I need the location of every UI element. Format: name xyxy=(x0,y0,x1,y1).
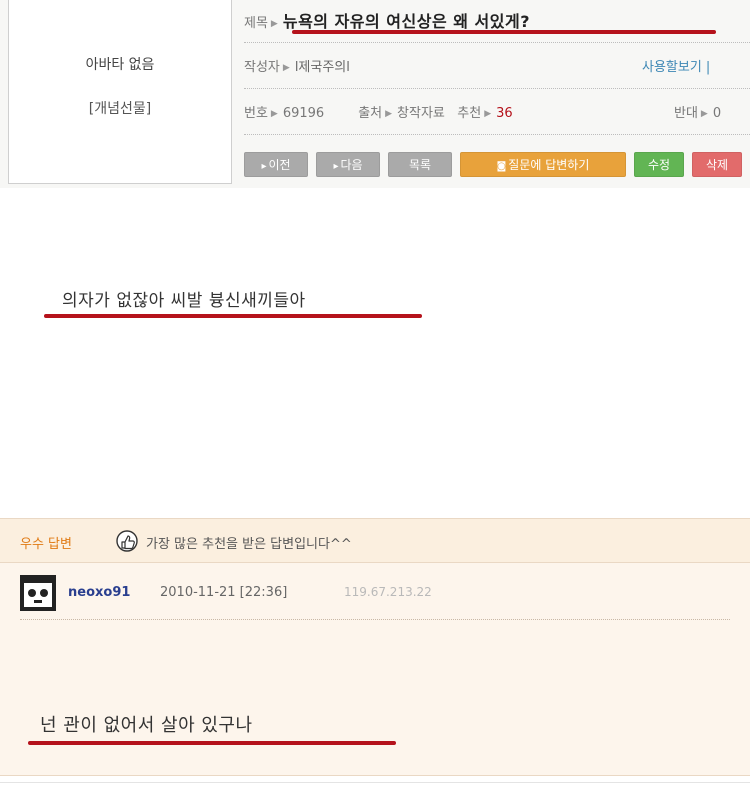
prev-button[interactable]: ▸ 이전 xyxy=(244,152,308,177)
oppose-row: 반대 ▶ 0 xyxy=(674,102,721,121)
best-answer-label-text: 우수 답변 xyxy=(20,537,72,552)
chevron-right-icon: ▶ xyxy=(282,63,290,73)
delete-button-label: 삭제 xyxy=(705,158,729,172)
edit-button-label: 수정 xyxy=(647,158,671,172)
chevron-left-icon: ▸ xyxy=(261,161,267,172)
answer-question-button[interactable]: ◙ 질문에 답변하기 xyxy=(460,152,626,177)
best-answer-header: 우수 답변 가장 많은 추천을 받은 답변입니다^^ xyxy=(0,519,750,563)
recommend-count: 36 xyxy=(496,106,513,121)
best-answer-label: 우수 답변 xyxy=(20,533,72,552)
chevron-right-icon: ▶ xyxy=(484,109,492,119)
chevron-right-icon: ▸ xyxy=(333,161,339,172)
question-icon: ◙ xyxy=(496,161,507,172)
oppose-count: 0 xyxy=(712,106,722,121)
title-underline-annotation xyxy=(292,30,716,34)
post-header: 아바타 없음 [개념선물] 제목 ▶ 뉴욕의 자유의 여신상은 왜 서있게? 작성자… xyxy=(0,0,750,188)
chevron-right-icon: ▶ xyxy=(270,109,278,119)
answer-username[interactable]: neoxo91 xyxy=(68,585,130,600)
chevron-right-icon: ▶ xyxy=(700,109,708,119)
best-answer-message: 가장 많은 추천을 받은 답변입니다^^ xyxy=(146,537,352,552)
post-title: 뉴욕의 자유의 여신상은 왜 서있게? xyxy=(282,12,530,31)
view-contacts-link[interactable]: 사용할보기 | xyxy=(642,56,710,75)
recommend-label: 추천 xyxy=(457,106,482,121)
avatar-placeholder-text: 아바타 없음 xyxy=(85,57,155,73)
divider xyxy=(20,619,730,620)
user-avatar-icon[interactable] xyxy=(20,575,56,611)
divider xyxy=(244,88,750,89)
post-number: 69196 xyxy=(282,106,325,121)
chevron-right-icon: ▶ xyxy=(385,109,393,119)
delete-button[interactable]: 삭제 xyxy=(692,152,742,177)
oppose-label: 반대 xyxy=(674,106,698,121)
answer-ip: 119.67.213.22 xyxy=(344,585,432,599)
post-body-text: 의자가 없잖아 씨발 븅신새끼들아 xyxy=(62,291,306,311)
list-button[interactable]: 목록 xyxy=(388,152,452,177)
title-row: 제목 ▶ 뉴욕의 자유의 여신상은 왜 서있게? xyxy=(244,8,750,32)
author-avatar-box: 아바타 없음 [개념선물] xyxy=(8,0,232,184)
next-button-label: 다음 xyxy=(340,158,363,172)
avatar-subtext: [개념선물] xyxy=(88,101,152,117)
edit-button[interactable]: 수정 xyxy=(634,152,684,177)
answer-text: 넌 관이 없어서 살아 있구나 xyxy=(40,715,253,736)
answer-button-label: 질문에 답변하기 xyxy=(508,158,590,172)
answer-underline-annotation xyxy=(28,741,396,745)
post-source: 창작자료 xyxy=(397,106,445,121)
answer-datetime: 2010-11-21 [22:36] xyxy=(160,585,288,600)
author-label: 작성자 xyxy=(244,60,280,75)
divider xyxy=(0,782,750,783)
prev-button-label: 이전 xyxy=(268,158,291,172)
divider xyxy=(244,134,750,135)
list-button-label: 목록 xyxy=(408,158,432,172)
source-label: 출처 xyxy=(358,106,383,121)
thumbs-up-icon xyxy=(116,530,138,552)
divider xyxy=(244,42,750,43)
next-button[interactable]: ▸ 다음 xyxy=(316,152,380,177)
author-name[interactable]: l제국주의l xyxy=(295,60,350,75)
best-answer-panel: 우수 답변 가장 많은 추천을 받은 답변입니다^^ neoxo91 2010-… xyxy=(0,518,750,776)
number-label: 번호 xyxy=(244,106,268,121)
chevron-right-icon: ▶ xyxy=(270,19,278,29)
post-underline-annotation xyxy=(44,314,422,318)
title-label: 제목 xyxy=(244,16,268,31)
